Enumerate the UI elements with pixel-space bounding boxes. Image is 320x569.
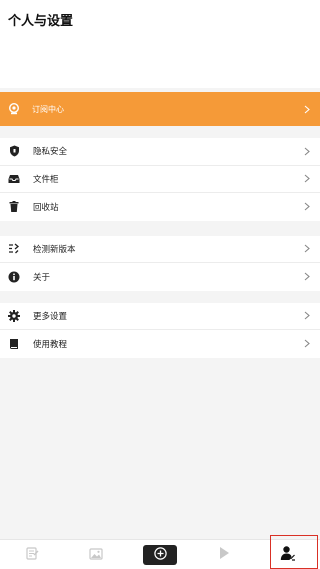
chevron-right-icon (302, 271, 312, 283)
menu-item-label: 使用教程 (33, 339, 68, 350)
bottom-tab-bar (0, 539, 320, 569)
tab-add[interactable] (137, 543, 183, 567)
subscription-center-label: 订阅中心 (32, 104, 64, 114)
menu-item-recycle-bin[interactable]: 回收站 (0, 193, 320, 221)
settings-group-about: 检测新版本 关于 (0, 235, 320, 291)
menu-item-label: 回收站 (33, 202, 59, 213)
info-icon (8, 271, 20, 283)
header: 个人与设置 (0, 0, 320, 88)
menu-item-file-cabinet[interactable]: 文件柜 (0, 166, 320, 193)
subscription-center-row[interactable]: 订阅中心 (0, 92, 320, 126)
chevron-right-icon (302, 338, 312, 350)
gear-icon (8, 309, 20, 322)
tab-images[interactable] (73, 543, 119, 567)
menu-item-more-settings[interactable]: 更多设置 (0, 303, 320, 330)
page-title: 个人与设置 (8, 14, 74, 29)
menu-item-tutorial[interactable]: 使用教程 (0, 330, 320, 358)
settings-group-more: 更多设置 使用教程 (0, 302, 320, 358)
menu-item-label: 关于 (33, 272, 51, 283)
chevron-right-icon (302, 145, 312, 157)
menu-item-label: 检测新版本 (33, 244, 76, 255)
play-icon (218, 545, 230, 564)
add-button[interactable] (143, 544, 177, 565)
shield-icon (8, 145, 20, 157)
image-icon (89, 545, 103, 564)
chevron-right-icon (302, 310, 312, 322)
chevron-right-icon (302, 201, 312, 213)
menu-item-privacy[interactable]: 隐私安全 (0, 138, 320, 166)
menu-item-check-update[interactable]: 检测新版本 (0, 236, 320, 263)
menu-item-label: 隐私安全 (33, 147, 68, 158)
menu-item-label: 更多设置 (33, 311, 68, 322)
book-icon (8, 338, 20, 350)
tray-icon (8, 173, 20, 185)
menu-item-about[interactable]: 关于 (0, 263, 320, 291)
tab-profile[interactable] (265, 543, 311, 567)
tab-notes[interactable] (9, 543, 55, 567)
tab-play[interactable] (201, 543, 247, 567)
update-icon (8, 243, 20, 255)
add-icon (153, 545, 167, 564)
chevron-right-icon (302, 173, 312, 185)
settings-group-security: 隐私安全 文件柜 回收站 (0, 138, 320, 221)
trash-icon (8, 201, 20, 213)
profile-icon (280, 545, 296, 565)
chevron-right-icon (302, 103, 312, 115)
menu-item-label: 文件柜 (33, 174, 59, 185)
note-icon (25, 545, 39, 564)
chevron-right-icon (302, 243, 312, 255)
subscription-icon (8, 103, 20, 115)
